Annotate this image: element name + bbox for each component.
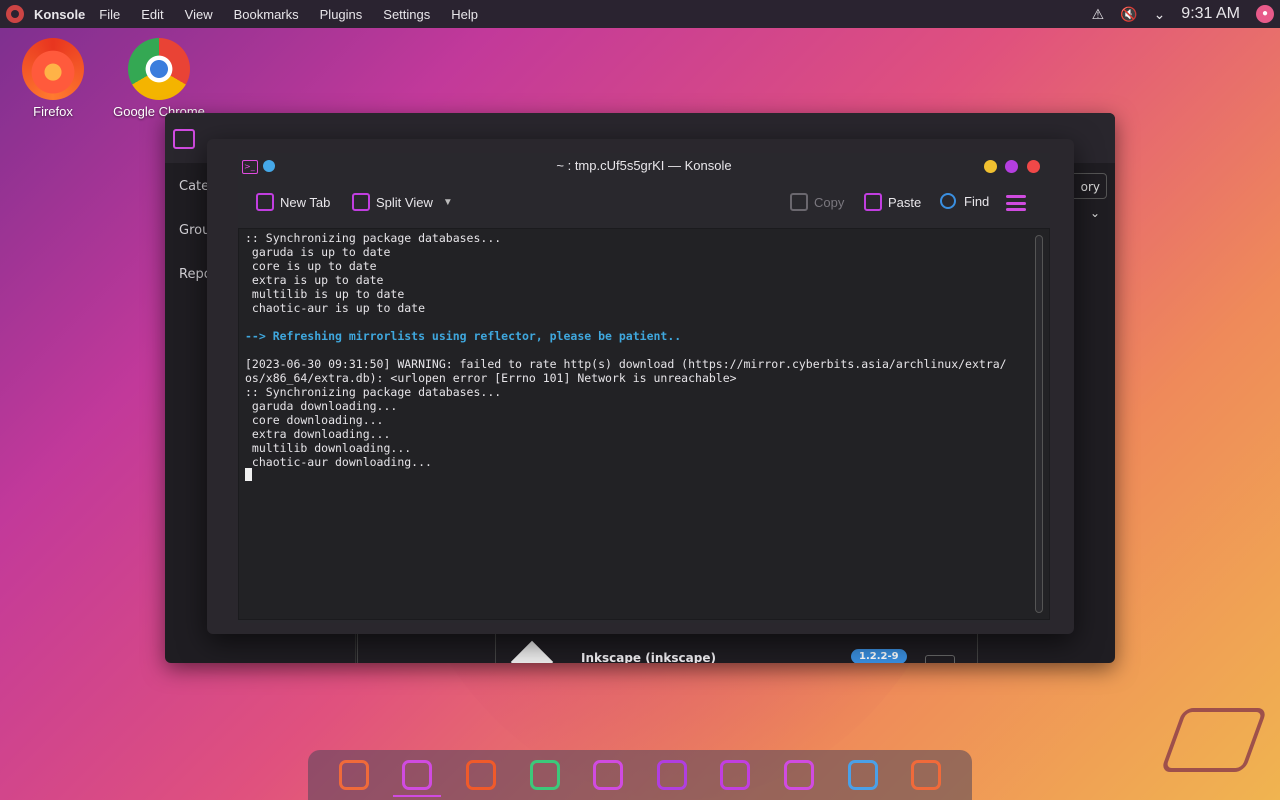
menu-file[interactable]: File — [99, 7, 120, 22]
menu-bookmarks[interactable]: Bookmarks — [234, 7, 299, 22]
terminal-line: :: Synchronizing package databases... — [245, 385, 502, 399]
divider — [357, 633, 358, 663]
konsole-window: >_ ~ : tmp.cUf5s5grKI — Konsole New Tab … — [207, 139, 1074, 634]
sidebar-item-categories[interactable]: Cate — [179, 179, 209, 194]
konsole-content: >_ ~ : tmp.cUf5s5grKI — Konsole New Tab … — [238, 153, 1050, 623]
new-tab-icon — [256, 193, 274, 211]
split-view-label: Split View — [376, 194, 433, 210]
terminal-line: --> Refreshing mirrorlists using reflect… — [245, 329, 682, 343]
konsole-icon[interactable] — [393, 760, 442, 797]
dock — [308, 750, 972, 800]
terminal-line: extra is up to date — [245, 273, 384, 287]
chevron-down-icon[interactable]: ▼ — [443, 197, 453, 208]
user-avatar[interactable]: ● — [1256, 5, 1274, 23]
package-version-badge: 1.2.2-9 — [851, 649, 907, 663]
browser-icon[interactable] — [847, 760, 878, 790]
software-icon[interactable] — [783, 760, 814, 790]
garuda-welcome-icon[interactable] — [338, 760, 369, 790]
menu-help[interactable]: Help — [451, 7, 478, 22]
copy-label: Copy — [814, 194, 845, 210]
system-tray: ⚠ 🔇 ⌄ 9:31 AM ● — [1092, 0, 1280, 28]
clock[interactable]: 9:31 AM — [1181, 5, 1240, 23]
gear-icon[interactable] — [720, 760, 751, 790]
search-icon — [940, 193, 956, 209]
sidebar-item-groups[interactable]: Grou — [179, 223, 210, 238]
firefox-icon — [22, 38, 84, 100]
chevron-down-icon[interactable]: ⌄ — [1154, 6, 1166, 23]
hamburger-menu-icon[interactable] — [1006, 195, 1026, 211]
system-monitor-icon[interactable] — [593, 760, 624, 790]
paste-button[interactable]: Paste — [864, 193, 921, 211]
category-select[interactable]: ory ⌄ — [1069, 173, 1107, 220]
settings-icon[interactable] — [656, 760, 687, 790]
package-name: Inkscape (inkscape) — [581, 651, 716, 663]
split-view-icon — [352, 193, 370, 211]
terminal-line: multilib downloading... — [245, 441, 412, 455]
bag-icon — [173, 129, 195, 149]
titlebar[interactable]: >_ ~ : tmp.cUf5s5grKI — Konsole — [238, 153, 1050, 181]
paste-label: Paste — [888, 194, 922, 210]
terminal-line: core is up to date — [245, 259, 377, 273]
terminal-line: garuda downloading... — [245, 399, 398, 413]
copy-icon — [790, 193, 808, 211]
desktop-icon-chrome[interactable]: Google Chrome — [109, 38, 209, 119]
menu-plugins[interactable]: Plugins — [320, 7, 363, 22]
notification-icon[interactable]: ⚠ — [1092, 6, 1105, 23]
files-icon[interactable] — [529, 760, 560, 790]
desktop-icon-label: Firefox — [33, 104, 73, 119]
install-button[interactable] — [925, 655, 955, 663]
scrollbar[interactable] — [1035, 235, 1043, 613]
package-row[interactable]: Inkscape (inkscape) 1.2.2-9 — [495, 633, 975, 663]
new-tab-label: New Tab — [280, 194, 331, 210]
terminal-line: multilib is up to date — [245, 287, 405, 301]
divider — [977, 633, 978, 663]
volume-muted-icon[interactable]: 🔇 — [1120, 6, 1137, 23]
garuda-logo-icon[interactable] — [6, 5, 24, 23]
paste-icon — [864, 193, 882, 211]
terminal-line: garuda is up to date — [245, 245, 391, 259]
menu-settings[interactable]: Settings — [383, 7, 430, 22]
chrome-icon — [128, 38, 190, 100]
menu-view[interactable]: View — [185, 7, 213, 22]
maximize-button[interactable] — [1005, 160, 1018, 173]
close-button[interactable] — [1027, 160, 1040, 173]
terminal-output[interactable]: :: Synchronizing package databases... ga… — [238, 228, 1050, 620]
garuda-watermark-logo — [1160, 708, 1268, 772]
find-label: Find — [964, 193, 990, 209]
new-tab-button[interactable]: New Tab — [256, 193, 330, 211]
terminal-line: os/x86_64/extra.db): <urlopen error [Err… — [245, 371, 737, 385]
menu-edit[interactable]: Edit — [141, 7, 163, 22]
minimize-button[interactable] — [984, 160, 997, 173]
text-cursor — [245, 468, 252, 481]
terminal-line: chaotic-aur is up to date — [245, 301, 426, 315]
firefox-icon[interactable] — [465, 760, 496, 790]
top-panel: Konsole File Edit View Bookmarks Plugins… — [0, 0, 1280, 28]
app-name: Konsole — [34, 6, 86, 22]
terminal-line: core downloading... — [245, 413, 384, 427]
copy-button[interactable]: Copy — [790, 193, 844, 211]
terminal-line: :: Synchronizing package databases... — [245, 231, 502, 245]
garuda-icon[interactable] — [911, 760, 942, 790]
terminal-line: chaotic-aur downloading... — [245, 455, 432, 469]
inkscape-icon — [510, 640, 554, 663]
terminal-line: [2023-06-30 09:31:50] WARNING: failed to… — [245, 357, 1007, 371]
toolbar: New Tab Split View ▼ Copy Paste Find — [238, 187, 1050, 227]
desktop-icon-firefox[interactable]: Firefox — [3, 38, 103, 119]
terminal-line: extra downloading... — [245, 427, 391, 441]
find-button[interactable]: Find — [940, 193, 989, 209]
window-title: ~ : tmp.cUf5s5grKI — Konsole — [556, 158, 732, 173]
split-view-button[interactable]: Split View ▼ — [352, 193, 453, 211]
